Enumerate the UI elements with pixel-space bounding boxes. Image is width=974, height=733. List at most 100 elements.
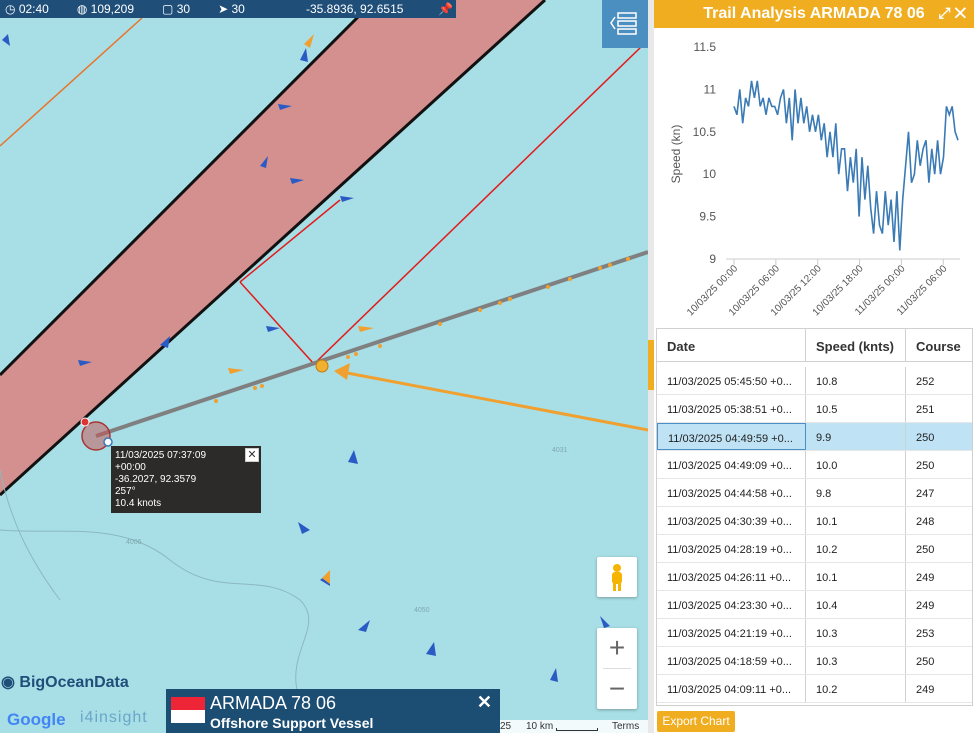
cell-date: 11/03/2025 04:30:39 +0... bbox=[657, 507, 806, 534]
cell-course: 250 bbox=[916, 544, 935, 556]
tooltip-course: 257° bbox=[115, 486, 136, 497]
cursor-coordinates: -35.8936, 92.6515 bbox=[306, 2, 404, 16]
square-count: 30 bbox=[176, 2, 191, 16]
table-row[interactable]: 11/03/2025 04:28:19 +0... 10.2 250 bbox=[657, 535, 972, 563]
speed-series-line bbox=[733, 80, 959, 251]
cell-speed: 9.8 bbox=[806, 479, 906, 506]
street-view-pegman[interactable] bbox=[597, 557, 637, 597]
tooltip-coords: -36.2027, 92.3579 bbox=[115, 474, 197, 485]
vessel-type: Offshore Support Vessel bbox=[210, 715, 374, 731]
cell-course: 253 bbox=[916, 628, 935, 640]
depth-label: 4031 bbox=[552, 447, 568, 454]
arrow-head bbox=[334, 363, 350, 380]
cell-course: 248 bbox=[916, 516, 935, 528]
tooltip-offset: +00:00 bbox=[115, 462, 146, 473]
cell-speed: 10.1 bbox=[806, 563, 906, 590]
cell-speed: 10.3 bbox=[806, 619, 906, 646]
scale-label: 10 km bbox=[526, 721, 554, 732]
google-logo: Google bbox=[7, 710, 66, 729]
map-view[interactable]: 4031 4006 4050 ◷ 02:40 ◍ 109,209 ▢ 30 ➤ … bbox=[0, 0, 648, 733]
table-row[interactable]: 11/03/2025 04:23:30 +0... 10.4 249 bbox=[657, 591, 972, 619]
pegman-icon bbox=[612, 564, 622, 591]
expand-icon[interactable]: ⤢ bbox=[938, 5, 950, 22]
cell-course: 251 bbox=[916, 404, 935, 416]
table-row[interactable]: 11/03/2025 04:49:09 +0... 10.0 250 bbox=[657, 451, 972, 479]
cell-date: 11/03/2025 04:28:19 +0... bbox=[657, 535, 806, 562]
zoom-control: + − bbox=[597, 628, 637, 709]
cell-date: 11/03/2025 05:38:51 +0... bbox=[657, 395, 806, 422]
globe-icon: ◍ 109,209 bbox=[76, 2, 135, 16]
y-tick-label: 9 bbox=[709, 252, 716, 266]
table-row[interactable]: 11/03/2025 05:45:50 +0... 10.8 252 bbox=[657, 367, 972, 395]
vessel-info-bar[interactable]: ARMADA 78 06 Offshore Support Vessel ✕ bbox=[166, 689, 500, 733]
table-row[interactable]: 11/03/2025 04:30:39 +0... 10.1 248 bbox=[657, 507, 972, 535]
y-axis-label: Speed (kn) bbox=[669, 125, 683, 184]
cell-date: 11/03/2025 04:49:09 +0... bbox=[657, 451, 806, 478]
bigoceandata-logo: ◉ BigOceanData bbox=[1, 674, 129, 691]
clock-icon: ◷ 02:40 bbox=[5, 2, 49, 16]
i4insight-logo: i4insight bbox=[80, 709, 148, 726]
y-tick-label: 11.5 bbox=[694, 40, 717, 54]
tooltip-timestamp: 11/03/2025 07:37:09 bbox=[115, 450, 207, 461]
close-panel-icon[interactable]: ✕ bbox=[955, 5, 966, 22]
cell-course: 249 bbox=[916, 600, 935, 612]
position-tooltip: 11/03/2025 07:37:09 +00:00 -36.2027, 92.… bbox=[111, 446, 261, 513]
export-chart-button[interactable]: Export Chart bbox=[657, 711, 735, 732]
depth-label: 4050 bbox=[414, 607, 430, 614]
cell-course: 250 bbox=[916, 432, 935, 444]
table-row[interactable]: 11/03/2025 05:38:51 +0... 10.5 251 bbox=[657, 395, 972, 423]
column-header-course[interactable]: Course bbox=[906, 329, 972, 361]
cell-date: 11/03/2025 04:26:11 +0... bbox=[657, 563, 806, 590]
table-row[interactable]: 11/03/2025 04:09:11 +0... 10.2 249 bbox=[657, 675, 972, 703]
cell-course: 249 bbox=[916, 572, 935, 584]
tooltip-close-button[interactable]: ✕ bbox=[245, 448, 259, 462]
panel-title: Trail Analysis ARMADA 78 06 bbox=[703, 5, 925, 22]
table-body: 11/03/2025 05:45:50 +0... 10.8 252 11/03/20… bbox=[657, 362, 972, 703]
y-tick-label: 9.5 bbox=[699, 210, 716, 224]
vessel-bar-close-button[interactable]: ✕ bbox=[477, 692, 492, 713]
cell-speed: 10.8 bbox=[806, 367, 906, 394]
depth-label: 4006 bbox=[126, 539, 142, 546]
map-canvas[interactable]: 4031 4006 4050 bbox=[0, 0, 648, 733]
speed-chart[interactable]: 99.51010.51111.5 10/03/25 00:0010/03/25 … bbox=[654, 28, 974, 328]
column-header-date[interactable]: Date bbox=[657, 329, 806, 361]
cell-date: 11/03/2025 04:49:59 +0... bbox=[657, 423, 806, 450]
cell-date: 11/03/2025 04:09:11 +0... bbox=[657, 675, 806, 702]
cell-speed: 10.4 bbox=[806, 591, 906, 618]
cell-date: 11/03/2025 04:23:30 +0... bbox=[657, 591, 806, 618]
cell-date: 11/03/2025 04:18:59 +0... bbox=[657, 647, 806, 674]
table-row[interactable]: 11/03/2025 04:26:11 +0... 10.1 249 bbox=[657, 563, 972, 591]
column-header-speed[interactable]: Speed (knts) bbox=[806, 329, 906, 361]
cell-date: 11/03/2025 04:44:58 +0... bbox=[657, 479, 806, 506]
cell-speed: 10.2 bbox=[806, 675, 906, 702]
trail-table: Date Speed (knts) Course 11/03/2025 05:4… bbox=[656, 328, 973, 706]
pointer-arrow bbox=[341, 370, 648, 432]
cell-course: 249 bbox=[916, 684, 935, 696]
terms-link[interactable]: Terms bbox=[612, 721, 639, 732]
cell-speed: 10.1 bbox=[806, 507, 906, 534]
cell-speed: 9.9 bbox=[806, 423, 906, 450]
table-row[interactable]: 11/03/2025 04:18:59 +0... 10.3 250 bbox=[657, 647, 972, 675]
table-row[interactable]: 11/03/2025 04:44:58 +0... 9.8 247 bbox=[657, 479, 972, 507]
zoom-out-button[interactable]: − bbox=[597, 669, 637, 709]
square-icon: ▢ 30 bbox=[162, 2, 191, 16]
map-scale: 25 10 km Terms bbox=[500, 720, 648, 733]
cell-course: 247 bbox=[916, 488, 935, 500]
scale-prefix: 25 bbox=[500, 721, 512, 732]
zoom-in-button[interactable]: + bbox=[597, 628, 637, 668]
layers-toggle-button[interactable] bbox=[602, 0, 648, 48]
cell-date: 11/03/2025 05:45:50 +0... bbox=[657, 367, 806, 394]
table-header: Date Speed (knts) Course bbox=[657, 329, 972, 362]
map-status-bar: ◷ 02:40 ◍ 109,209 ▢ 30 ➤ 30 -35.8936, 92… bbox=[0, 0, 456, 18]
pin-icon[interactable]: 📌 bbox=[438, 2, 453, 16]
cell-speed: 10.0 bbox=[806, 451, 906, 478]
vessel-count: 109,209 bbox=[90, 2, 135, 16]
cell-speed: 10.2 bbox=[806, 535, 906, 562]
cell-course: 250 bbox=[916, 656, 935, 668]
table-row[interactable]: 11/03/2025 04:49:59 +0... 9.9 250 bbox=[657, 423, 972, 451]
table-row[interactable]: 11/03/2025 04:21:19 +0... 10.3 253 bbox=[657, 619, 972, 647]
selected-point[interactable] bbox=[315, 359, 329, 373]
scale-bar bbox=[556, 728, 598, 731]
singapore-flag-icon bbox=[171, 697, 205, 723]
cell-course: 252 bbox=[916, 376, 935, 388]
